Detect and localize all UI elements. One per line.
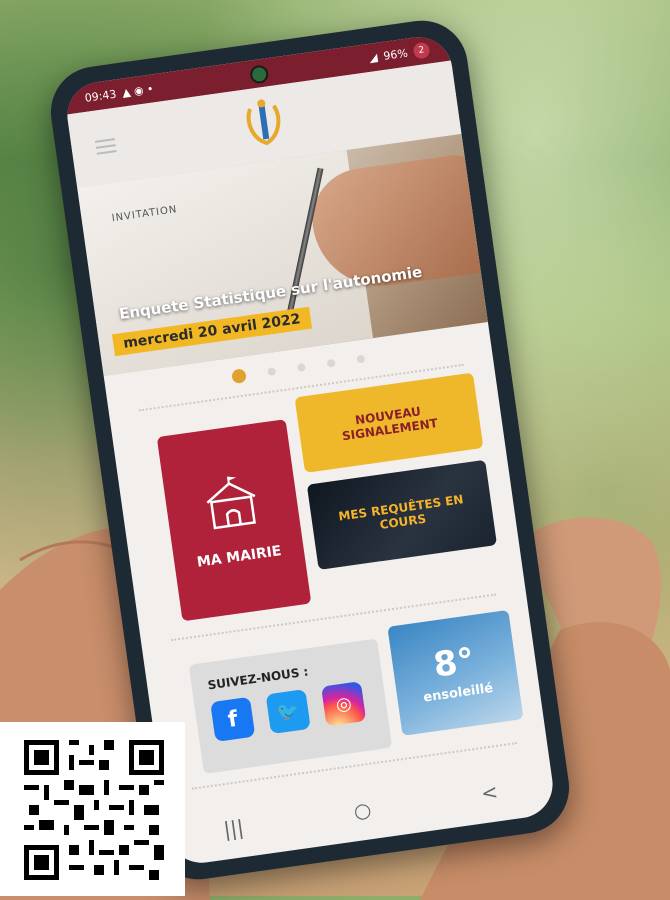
temperature: 8° xyxy=(431,639,477,686)
town-logo-icon xyxy=(246,99,281,146)
carousel-dot[interactable] xyxy=(267,367,277,377)
home-button[interactable]: ○ xyxy=(352,797,373,823)
requetes-label: MES REQUÊTES EN COURS xyxy=(337,492,465,532)
signal-icon: ◢ xyxy=(368,50,379,65)
social-icons: f 🐦 ◎ xyxy=(210,681,367,742)
carousel-dot[interactable] xyxy=(356,354,366,364)
notification-badge[interactable]: 2 xyxy=(412,41,431,60)
qr-code-icon xyxy=(24,740,164,880)
weather-condition: ensoleillé xyxy=(422,680,495,706)
social-title: SUIVEZ-NOUS : xyxy=(206,664,310,693)
status-time: 09:43 xyxy=(83,87,118,105)
carousel-dot-active[interactable] xyxy=(231,368,247,385)
menu-icon[interactable] xyxy=(94,138,117,155)
signalement-label: NOUVEAU SIGNALEMENT xyxy=(341,404,439,444)
carousel-dot[interactable] xyxy=(326,358,336,368)
battery-level: 96% xyxy=(382,46,409,63)
social-panel: SUIVEZ-NOUS : f 🐦 ◎ xyxy=(188,638,393,774)
nouveau-signalement-button[interactable]: NOUVEAU SIGNALEMENT xyxy=(294,372,484,473)
weather-widget[interactable]: 8° ensoleillé xyxy=(387,609,524,736)
recent-apps-button[interactable]: ||| xyxy=(222,815,245,842)
back-button[interactable]: < xyxy=(479,779,499,805)
ma-mairie-button[interactable]: MA MAIRIE xyxy=(156,419,312,622)
notification-icons: ▲ ◉ • xyxy=(121,81,155,100)
ma-mairie-label: MA MAIRIE xyxy=(195,543,283,571)
facebook-icon[interactable]: f xyxy=(210,696,256,742)
town-hall-icon xyxy=(206,476,256,530)
twitter-icon[interactable]: 🐦 xyxy=(265,688,311,735)
carousel-dot[interactable] xyxy=(296,362,306,372)
mes-requetes-button[interactable]: MES REQUÊTES EN COURS xyxy=(306,459,498,570)
qr-code xyxy=(0,722,185,896)
front-camera xyxy=(249,64,270,85)
instagram-icon[interactable]: ◎ xyxy=(321,681,367,727)
